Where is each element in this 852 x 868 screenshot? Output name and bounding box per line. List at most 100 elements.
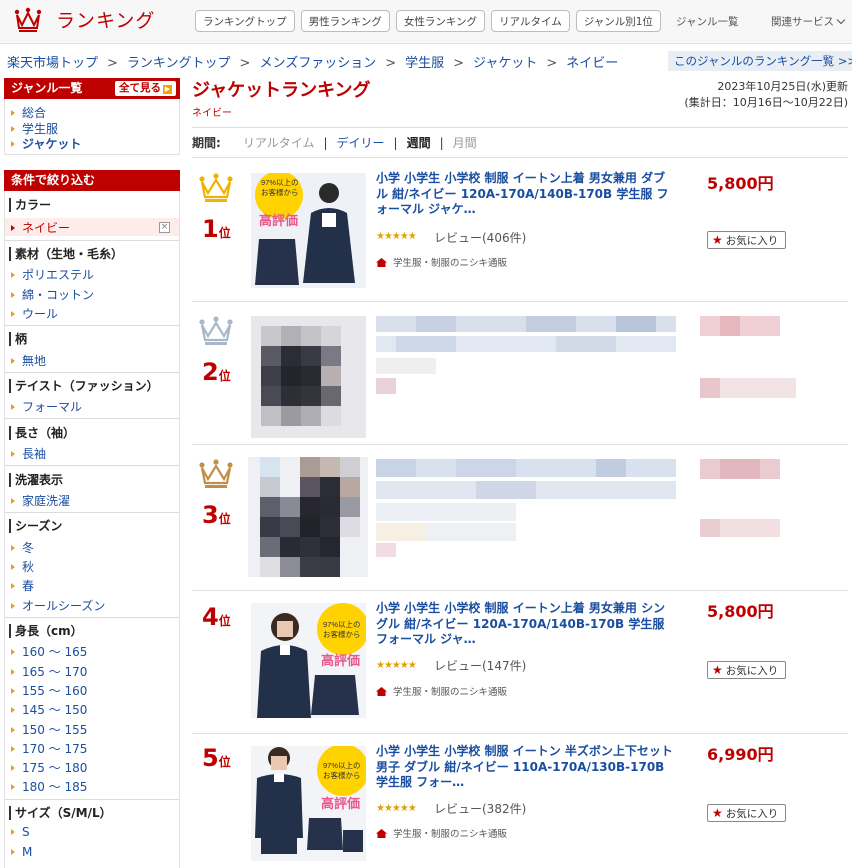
see-all-button[interactable]: 全て見る ▶: [115, 81, 176, 96]
breadcrumb-separator: >: [385, 56, 397, 71]
filter-height-label: 155 ～ 160: [22, 684, 88, 698]
genre-all[interactable]: 総合: [11, 104, 46, 121]
review-link[interactable]: レビュー(406件): [434, 229, 526, 246]
filter-size-m[interactable]: M: [11, 845, 32, 859]
filter-height-label: 170 ～ 175: [22, 742, 88, 756]
badge-text: 97%以上の: [323, 761, 361, 770]
related-services-menu[interactable]: 関連サービス: [771, 14, 846, 29]
bullet-icon: [11, 451, 15, 457]
product-image[interactable]: 97%以上の お客様から 高評価: [251, 746, 366, 861]
nav-genre-first[interactable]: ジャンル別1位: [575, 10, 661, 32]
top-bar: ランキング ランキングトップ 男性ランキング 女性ランキング リアルタイム ジャ…: [0, 0, 852, 44]
filter-long-sleeve[interactable]: 長袖: [11, 445, 46, 462]
filter-cotton-label: 綿・コットン: [22, 288, 95, 302]
product-name-link[interactable]: 小学 小学生 小学校 制服 イートン上着 男女兼用 ダブル 紺/ネイビー 120…: [376, 171, 676, 218]
see-all-label: 全て見る: [119, 82, 161, 94]
product-price: 6,990円: [707, 745, 774, 764]
filter-height-145-150[interactable]: 145 ～ 150: [11, 701, 87, 718]
bullet-icon: [11, 292, 15, 298]
bullet-icon: [11, 311, 15, 317]
bullet-icon: [11, 829, 15, 835]
genre-list-link[interactable]: ジャンル一覧: [676, 14, 738, 29]
breadcrumb-school-uniform[interactable]: 学生服: [405, 56, 444, 71]
breadcrumb-navy[interactable]: ネイビー: [566, 56, 618, 71]
filter-plain[interactable]: 無地: [11, 352, 46, 369]
filter-section-material: 素材（生地・毛糸）: [9, 247, 123, 261]
filter-all-season[interactable]: オールシーズン: [11, 597, 105, 614]
ranking-logo[interactable]: ランキング: [14, 6, 155, 33]
bullet-icon: [11, 126, 15, 132]
nav-male-ranking[interactable]: 男性ランキング: [300, 10, 390, 32]
filter-height-150-155[interactable]: 150 ～ 155: [11, 721, 87, 738]
filter-polyester[interactable]: ポリエステル: [11, 266, 94, 283]
rank-number: 2位: [202, 358, 231, 386]
filter-polyester-label: ポリエステル: [22, 268, 95, 282]
product-image[interactable]: 97%以上の お客様から 高評価: [251, 603, 366, 718]
breadcrumb-ranking-top[interactable]: ランキングトップ: [127, 56, 231, 71]
shop-house-icon: [376, 829, 387, 838]
filter-height-170-175[interactable]: 170 ～ 175: [11, 740, 87, 757]
shop-house-icon: [376, 687, 387, 696]
filter-spring[interactable]: 春: [11, 577, 34, 594]
add-favorite-button[interactable]: ★ お気に入り: [707, 804, 786, 822]
divider: [5, 418, 179, 419]
filter-cotton[interactable]: 綿・コットン: [11, 286, 94, 303]
filter-winter[interactable]: 冬: [11, 539, 34, 556]
badge-text: お客様から: [261, 187, 299, 197]
filter-section-sleeve: 長さ（袖）: [9, 426, 75, 440]
shop-name: 学生服・制服のニシキ通販: [393, 258, 508, 269]
genre-school-uniform-label: 学生服: [22, 122, 59, 136]
filter-autumn[interactable]: 秋: [11, 558, 34, 575]
bullet-icon: [11, 225, 15, 231]
filter-height-160-165[interactable]: 160 ～ 165: [11, 643, 87, 660]
review-link[interactable]: レビュー(382件): [434, 800, 526, 817]
filter-home-wash[interactable]: 家庭洗濯: [11, 492, 70, 509]
bullet-icon: [11, 603, 15, 609]
bullet-icon: [11, 707, 15, 713]
divider: [5, 617, 179, 618]
remove-filter-icon[interactable]: ×: [159, 222, 170, 233]
filter-formal-label: フォーマル: [22, 400, 83, 414]
ranking-item: 3位: [192, 445, 848, 591]
filter-section-washing: 洗濯表示: [9, 473, 63, 487]
divider: [5, 240, 179, 241]
filter-winter-label: 冬: [22, 541, 35, 555]
product-name-link[interactable]: 小学 小学生 小学校 制服 イートン 半ズボン上下セット 男子 ダブル 紺/ネイ…: [376, 744, 676, 791]
favorite-label: お気に入り: [725, 664, 779, 677]
filter-navy[interactable]: ネイビー: [11, 219, 70, 236]
shop-link[interactable]: 学生服・制服のニシキ通販: [376, 826, 507, 840]
filter-formal[interactable]: フォーマル: [11, 398, 82, 415]
nav-realtime[interactable]: リアルタイム: [491, 10, 570, 32]
nav-ranking-top[interactable]: ランキングトップ: [195, 10, 295, 32]
bullet-icon: [11, 669, 15, 675]
genre-ranking-list-link[interactable]: このジャンルのランキング一覧 >>: [668, 51, 852, 71]
add-favorite-button[interactable]: ★ お気に入り: [707, 231, 786, 249]
breadcrumb-mens-fashion[interactable]: メンズファッション: [259, 56, 376, 71]
filter-height-165-170[interactable]: 165 ～ 170: [11, 663, 87, 680]
shop-name: 学生服・制服のニシキ通販: [393, 829, 508, 840]
nav-female-ranking[interactable]: 女性ランキング: [395, 10, 486, 32]
genre-all-label: 総合: [22, 106, 47, 120]
filter-height-155-160[interactable]: 155 ～ 160: [11, 682, 87, 699]
bullet-icon: [11, 404, 15, 410]
product-image[interactable]: 97%以上の お客様から 高評価: [251, 173, 366, 288]
period-daily[interactable]: デイリー: [337, 134, 385, 151]
breadcrumb-rakuten-top[interactable]: 楽天市場トップ: [7, 56, 98, 71]
add-favorite-button[interactable]: ★ お気に入り: [707, 661, 786, 679]
rating-stars: ★★★★★: [376, 231, 417, 242]
shop-link[interactable]: 学生服・制服のニシキ通販: [376, 684, 507, 698]
related-services-label: 関連サービス: [771, 16, 834, 28]
filter-wool[interactable]: ウール: [11, 305, 58, 322]
blurred-price: [700, 459, 780, 537]
review-link[interactable]: レビュー(147件): [434, 657, 526, 674]
filter-height-175-180[interactable]: 175 ～ 180: [11, 759, 87, 776]
shop-link[interactable]: 学生服・制服のニシキ通販: [376, 255, 507, 269]
filter-wool-label: ウール: [22, 307, 59, 321]
breadcrumb-jacket[interactable]: ジャケット: [473, 56, 537, 71]
rank-number: 4位: [202, 603, 231, 631]
filter-height-180-185[interactable]: 180 ～ 185: [11, 778, 87, 795]
filter-size-s[interactable]: S: [11, 825, 30, 839]
genre-jacket[interactable]: ジャケット: [11, 135, 81, 152]
rank-value: 4: [202, 603, 219, 631]
product-name-link[interactable]: 小学 小学生 小学校 制服 イートン上着 男女兼用 シングル 紺/ネイビー 12…: [376, 601, 676, 648]
